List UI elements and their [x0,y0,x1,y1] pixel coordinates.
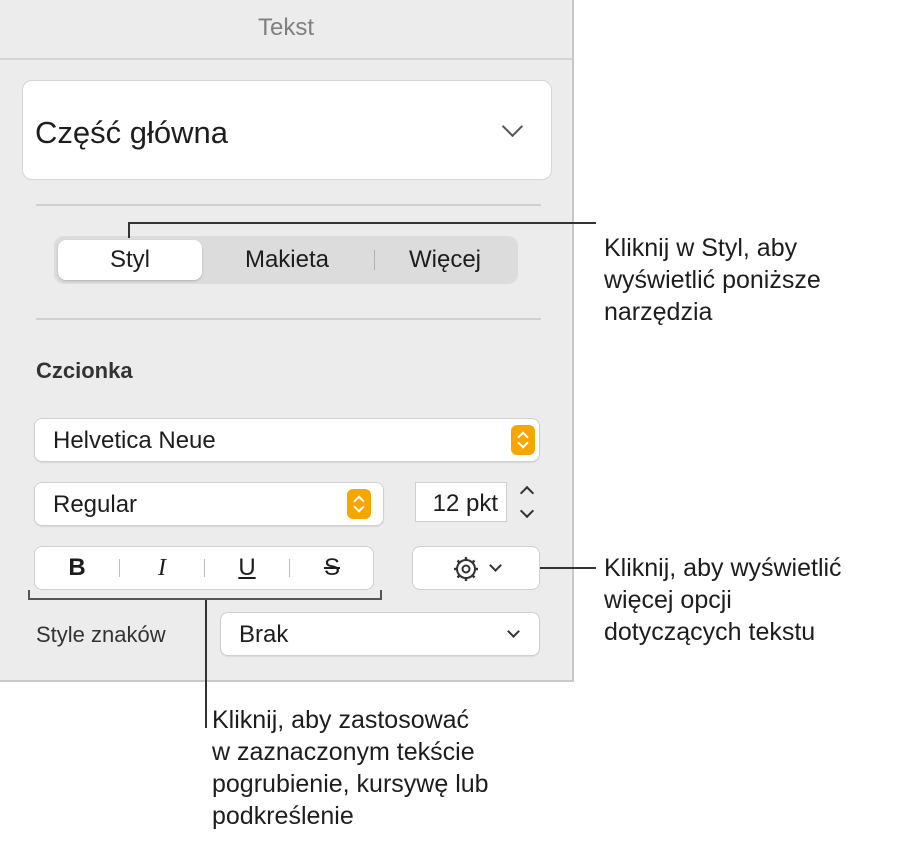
font-family-select[interactable]: Helvetica Neue [34,418,540,462]
select-arrows-icon [347,489,371,519]
font-size-value: 12 pkt [432,490,498,517]
paragraph-style-label: Część główna [35,115,228,150]
callout-line-format [205,600,207,728]
chevron-down-icon [501,115,524,138]
tab-makieta[interactable]: Makieta [222,236,352,284]
tab-separator [374,250,375,270]
callout-format-buttons: Kliknij, aby zastosować w zaznaczonym te… [212,704,489,832]
italic-button[interactable]: I [120,547,204,589]
font-style-select[interactable]: Regular [34,482,384,526]
callout-line: podkreślenie [212,802,354,830]
divider [36,204,541,206]
callout-line: narzędzia [604,298,713,326]
callout-line: Kliknij, aby wyświetlić [604,554,842,582]
tab-bar: Styl Makieta Więcej [54,236,518,284]
paragraph-style-selector[interactable]: Część główna [22,80,552,180]
format-sidebar: Tekst Część główna Styl Makieta Więcej C… [0,0,574,682]
callout-more-options: Kliknij, aby wyświetlić więcej opcji dot… [604,552,842,648]
callout-line-more [540,567,596,569]
callout-line: w zaznaczonym tekście [212,738,475,766]
chevron-down-icon [489,559,502,572]
tab-styl[interactable]: Styl [58,240,202,280]
char-style-label: Style znaków [36,622,166,647]
callout-line-style [128,222,596,224]
underline-button[interactable]: U [205,547,289,589]
chevron-down-icon [507,625,520,638]
callout-line: pogrubienie, kursywę lub [212,770,489,798]
advanced-options-button[interactable] [412,546,540,590]
select-arrows-icon [511,425,535,455]
title-divider [0,58,572,60]
char-style-select[interactable]: Brak [220,612,540,656]
gear-icon [454,557,478,581]
strikethrough-button[interactable]: S [290,547,374,589]
bracket-right [380,590,382,600]
callout-line-style [128,222,130,238]
char-style-value: Brak [239,621,289,648]
font-section-label: Czcionka [36,358,133,383]
font-size-field[interactable]: 12 pkt [415,482,507,522]
font-family-value: Helvetica Neue [53,427,216,454]
tab-wiecej[interactable]: Więcej [386,236,504,284]
decrease-icon[interactable] [519,503,535,519]
bracket-left [28,590,30,600]
panel-title: Tekst [257,14,314,41]
callout-line: wyświetlić poniższe [604,266,821,294]
divider [36,318,541,320]
callout-line: dotyczących tekstu [604,618,816,646]
text-format-buttons: B I U S [34,546,374,590]
callout-line: Kliknij w Styl, aby [604,234,798,262]
font-style-value: Regular [53,491,138,518]
font-size-stepper[interactable] [514,480,540,524]
callout-line: więcej opcji [604,586,732,614]
callout-style-tab: Kliknij w Styl, aby wyświetlić poniższe … [604,232,821,328]
bold-button[interactable]: B [35,547,119,589]
callout-line: Kliknij, aby zastosować [212,706,470,734]
increase-icon[interactable] [519,485,535,501]
